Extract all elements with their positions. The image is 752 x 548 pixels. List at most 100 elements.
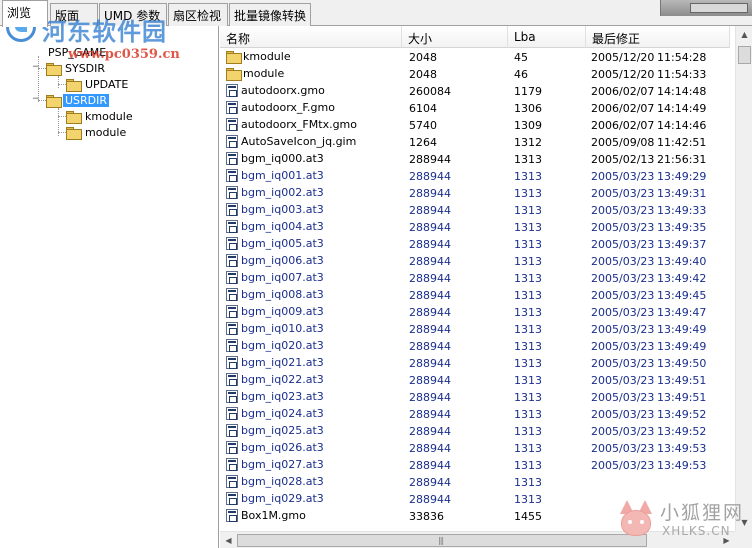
file-date: 2005/12/20 [591, 68, 655, 81]
file-name-cell: bgm_iq028.at3 [226, 475, 324, 488]
table-row[interactable]: bgm_iq010.at3 288944 1313 2005/03/23 13:49:4… [220, 321, 730, 338]
tree-node-label: kmodule [85, 109, 133, 123]
column-header-size[interactable]: 大小 [402, 26, 508, 48]
file-time: 11:54:33 [657, 68, 707, 81]
file-lba: 1313 [514, 459, 542, 472]
table-row[interactable]: bgm_iq028.at3 288944 1313 [220, 474, 730, 491]
column-header-lba[interactable]: Lba [508, 26, 586, 48]
tree-node-update[interactable]: UPDATE [66, 76, 130, 92]
table-row[interactable]: bgm_iq022.at3 288944 1313 2005/03/23 13:49:5… [220, 372, 730, 389]
table-row[interactable]: bgm_iq008.at3 288944 1313 2005/03/23 13:49:4… [220, 287, 730, 304]
file-name: bgm_iq025.at3 [241, 424, 324, 437]
table-row[interactable]: bgm_iq023.at3 288944 1313 2005/03/23 13:49:5… [220, 389, 730, 406]
table-row[interactable]: bgm_iq006.at3 288944 1313 2005/03/23 13:49:4… [220, 253, 730, 270]
file-name-cell: bgm_iq005.at3 [226, 237, 324, 250]
table-row[interactable]: bgm_iq003.at3 288944 1313 2005/03/23 13:49:3… [220, 202, 730, 219]
column-header-modified[interactable]: 最后修正 [586, 26, 730, 48]
file-date: 2005/09/08 [591, 136, 655, 149]
file-icon [226, 475, 238, 488]
table-row[interactable]: autodoorx.gmo 260084 1179 2006/02/07 14:14:4… [220, 83, 730, 100]
table-row[interactable]: bgm_iq005.at3 288944 1313 2005/03/23 13:49:3… [220, 236, 730, 253]
file-time: 11:54:28 [657, 51, 707, 64]
collapse-icon[interactable]: − [32, 94, 40, 104]
file-size: 288944 [409, 493, 451, 506]
file-lba: 1313 [514, 493, 542, 506]
table-row[interactable]: bgm_iq000.at3 288944 1313 2005/02/13 21:56:3… [220, 151, 730, 168]
file-time: 14:14:48 [657, 85, 707, 98]
file-time: 13:49:42 [657, 272, 707, 285]
file-icon [226, 152, 238, 165]
file-lba: 1313 [514, 323, 542, 336]
column-header-name[interactable]: 名称 [220, 26, 402, 48]
file-lba: 1179 [514, 85, 542, 98]
table-row[interactable]: bgm_iq001.at3 288944 1313 2005/03/23 13:49:2… [220, 168, 730, 185]
tab-batch-convert[interactable]: 批量镜像转换 [229, 3, 311, 26]
folder-tree: PSP_GAME − SYSDIR UPDATE − USRDIR kmodul… [0, 26, 219, 548]
file-icon [226, 492, 238, 505]
tree-node-usrdir[interactable]: USRDIR [46, 92, 110, 108]
file-time: 13:49:51 [657, 374, 707, 387]
file-icon [226, 356, 238, 369]
tree-node-module[interactable]: module [66, 124, 128, 140]
file-name: bgm_iq027.at3 [241, 458, 324, 471]
file-name: bgm_iq000.at3 [241, 152, 324, 165]
table-row[interactable]: bgm_iq002.at3 288944 1313 2005/03/23 13:49:3… [220, 185, 730, 202]
file-time: 13:49:47 [657, 306, 707, 319]
file-name: bgm_iq002.at3 [241, 186, 324, 199]
file-date: 2005/12/20 [591, 51, 655, 64]
tree-node-kmodule[interactable]: kmodule [66, 108, 135, 124]
table-row[interactable]: bgm_iq025.at3 288944 1313 2005/03/23 13:49:5… [220, 423, 730, 440]
tree-guide-line [58, 84, 66, 85]
file-size: 288944 [409, 306, 451, 319]
window-corner-decoration [660, 0, 752, 16]
watermark-url: www.pc0359.cn [68, 47, 180, 62]
file-icon [226, 339, 238, 352]
table-row[interactable]: bgm_iq026.at3 288944 1313 2005/03/23 13:49:5… [220, 440, 730, 457]
file-name: Box1M.gmo [241, 509, 306, 522]
table-row[interactable]: bgm_iq009.at3 288944 1313 2005/03/23 13:49:4… [220, 304, 730, 321]
file-icon [226, 390, 238, 403]
file-icon [226, 407, 238, 420]
table-row[interactable]: kmodule 2048 45 2005/12/20 11:54:28 [220, 49, 730, 66]
tree-guide-line [58, 132, 66, 133]
table-row[interactable]: module 2048 46 2005/12/20 11:54:33 [220, 66, 730, 83]
file-lba: 1313 [514, 187, 542, 200]
file-icon [226, 424, 238, 437]
watermark-title: 河东软件园 [42, 17, 167, 46]
scrollbar-thumb[interactable] [738, 46, 751, 64]
file-size: 288944 [409, 187, 451, 200]
scrollbar-thumb[interactable]: ||| [237, 534, 647, 547]
scroll-left-icon[interactable]: ◀ [220, 532, 237, 548]
table-row[interactable]: autodoorx_FMtx.gmo 5740 1309 2006/02/07 14:1… [220, 117, 730, 134]
file-name: bgm_iq001.at3 [241, 169, 324, 182]
file-lba: 1313 [514, 408, 542, 421]
file-name: autodoorx.gmo [241, 84, 325, 97]
file-time: 13:49:52 [657, 408, 707, 421]
scroll-up-icon[interactable]: ▲ [736, 26, 752, 43]
watermark-brand-site: XHLKS.CN [662, 524, 731, 538]
file-name-cell: autodoorx_FMtx.gmo [226, 118, 357, 131]
tab-browse[interactable]: 浏览 [2, 0, 48, 27]
file-size: 288944 [409, 374, 451, 387]
vertical-scrollbar[interactable]: ▲ ▼ [735, 26, 752, 531]
table-row[interactable]: AutoSaveIcon_jq.gim 1264 1312 2005/09/08 11:… [220, 134, 730, 151]
file-size: 288944 [409, 255, 451, 268]
table-row[interactable]: bgm_iq024.at3 288944 1313 2005/03/23 13:49:5… [220, 406, 730, 423]
file-size: 288944 [409, 476, 451, 489]
table-row[interactable]: bgm_iq007.at3 288944 1313 2005/03/23 13:49:4… [220, 270, 730, 287]
grip-icon: ||| [438, 536, 444, 545]
file-name: bgm_iq007.at3 [241, 271, 324, 284]
file-size: 1264 [409, 136, 437, 149]
table-row[interactable]: bgm_iq021.at3 288944 1313 2005/03/23 13:49:5… [220, 355, 730, 372]
table-row[interactable]: bgm_iq020.at3 288944 1313 2005/03/23 13:49:4… [220, 338, 730, 355]
file-time: 13:49:40 [657, 255, 707, 268]
table-row[interactable]: bgm_iq004.at3 288944 1313 2005/03/23 13:49:3… [220, 219, 730, 236]
file-size: 2048 [409, 68, 437, 81]
table-row[interactable]: autodoorx_F.gmo 6104 1306 2006/02/07 14:14:4… [220, 100, 730, 117]
file-size: 33836 [409, 510, 444, 523]
watermark-brand: 小狐狸网 [660, 502, 745, 524]
file-name-cell: bgm_iq025.at3 [226, 424, 324, 437]
file-name-cell: autodoorx_F.gmo [226, 101, 335, 114]
table-row[interactable]: bgm_iq027.at3 288944 1313 2005/03/23 13:49:5… [220, 457, 730, 474]
file-name-cell: bgm_iq006.at3 [226, 254, 324, 267]
